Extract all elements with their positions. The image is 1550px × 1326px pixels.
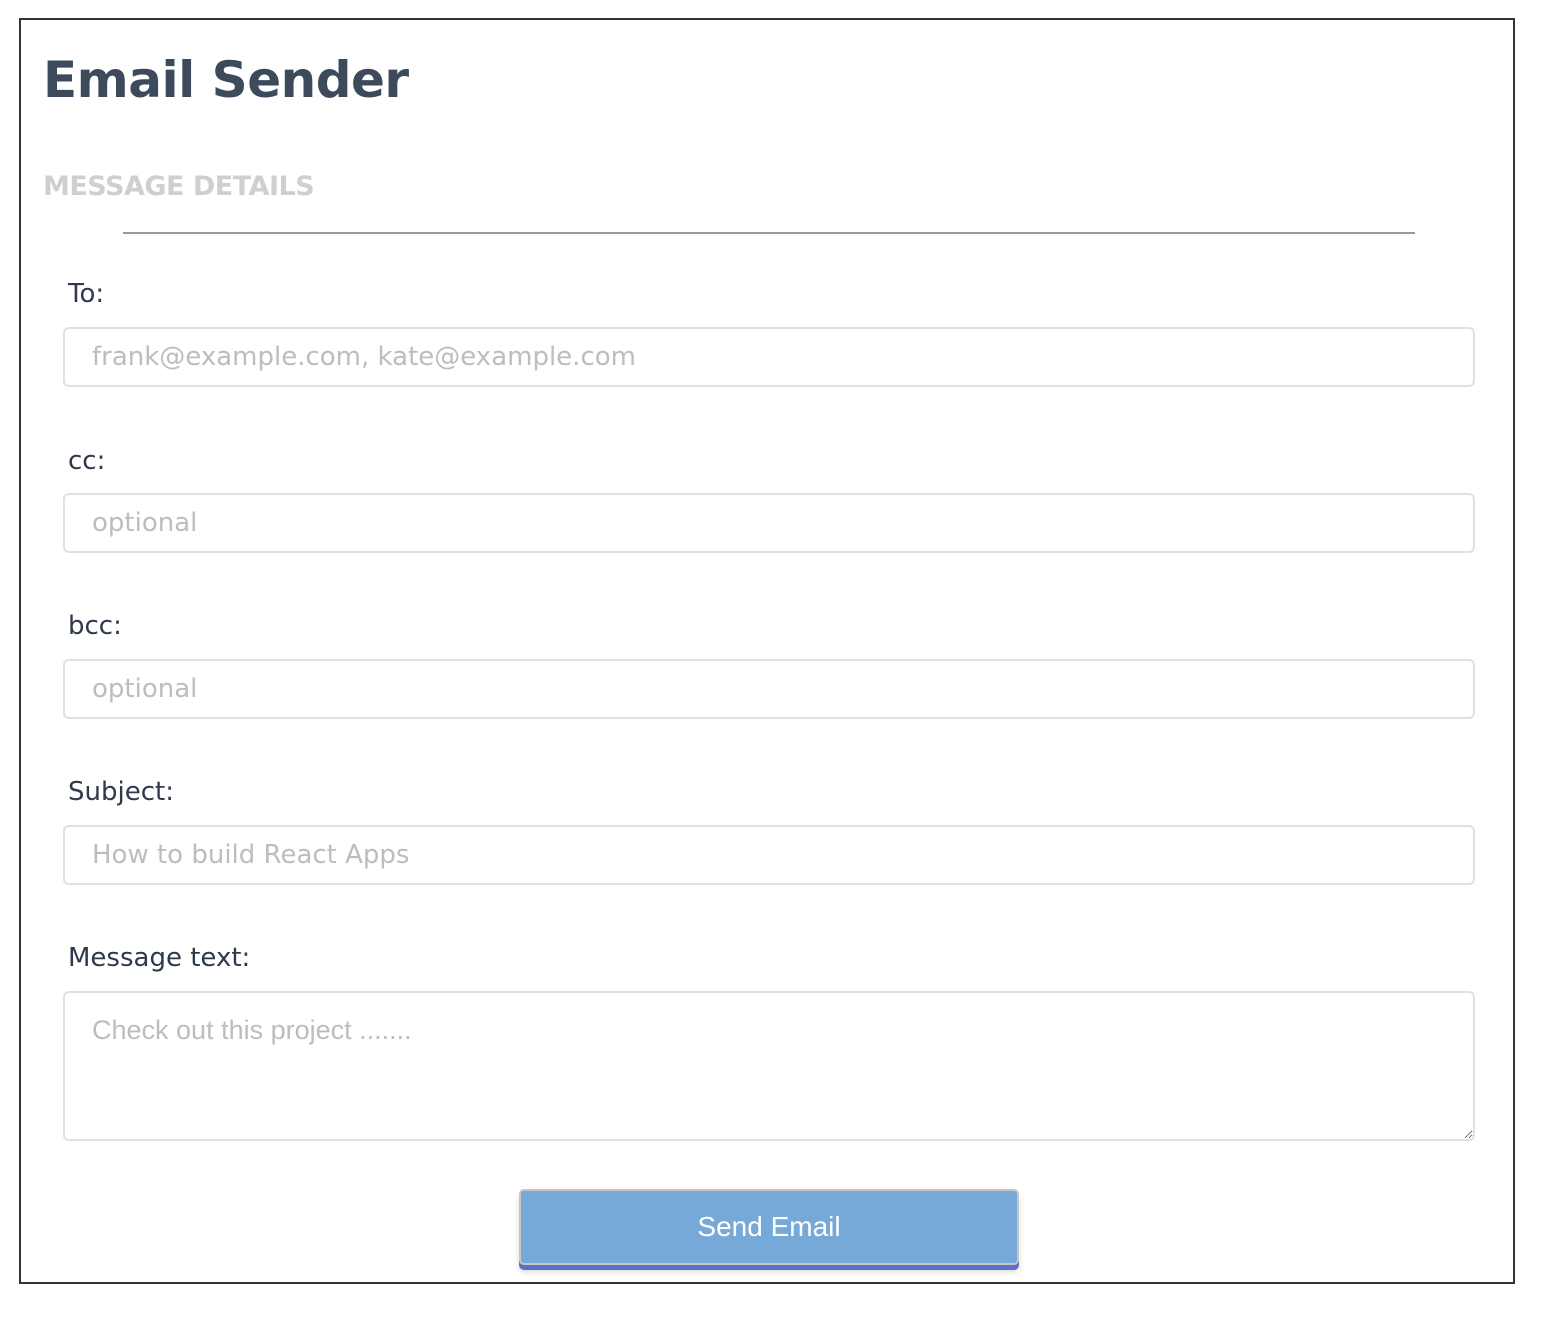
to-label: To: (68, 279, 105, 309)
cc-label: cc: (68, 446, 106, 476)
send-email-button[interactable]: Send Email (519, 1189, 1019, 1265)
message-textarea[interactable] (63, 991, 1475, 1141)
cc-input[interactable] (63, 493, 1475, 553)
page-title: Email Sender (43, 51, 409, 109)
section-title: MESSAGE DETAILS (43, 171, 315, 202)
message-label: Message text: (68, 943, 251, 973)
section-divider (123, 232, 1415, 234)
email-sender-panel: Email Sender MESSAGE DETAILS To: cc: bcc… (19, 18, 1515, 1284)
bcc-input[interactable] (63, 659, 1475, 719)
subject-label: Subject: (68, 777, 174, 807)
bcc-label: bcc: (68, 611, 122, 641)
to-input[interactable] (63, 327, 1475, 387)
subject-input[interactable] (63, 825, 1475, 885)
